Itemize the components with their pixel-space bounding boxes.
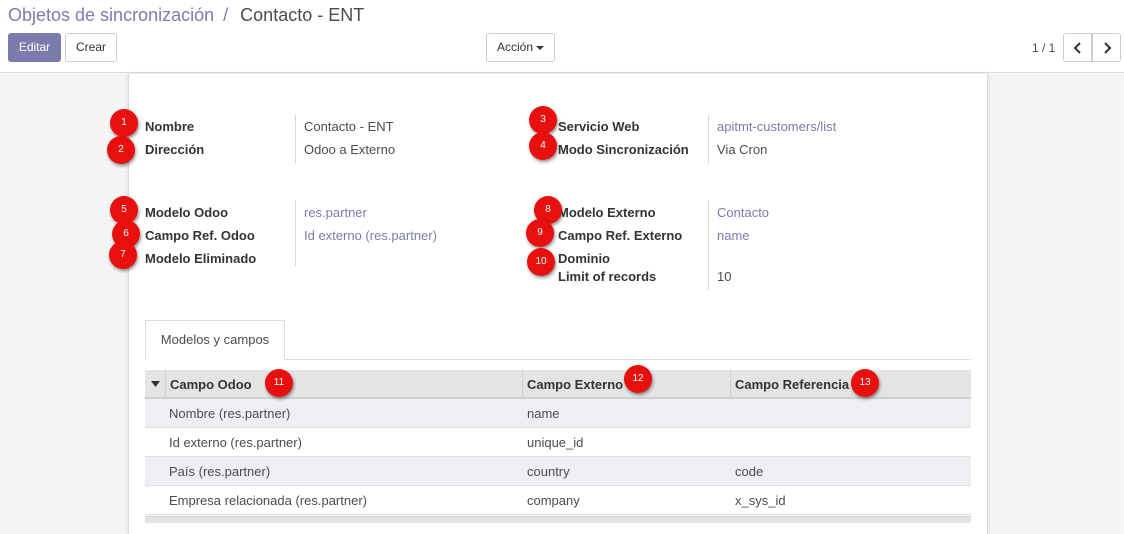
limit-of-records-value: 10 bbox=[717, 269, 732, 284]
field-divider bbox=[295, 115, 296, 163]
table-row[interactable]: País (res.partner) country code bbox=[145, 457, 971, 486]
direccion-value: Odoo a Externo bbox=[304, 142, 396, 157]
campo-ref-odoo-link[interactable]: Id externo (res.partner) bbox=[304, 228, 437, 243]
cell-campo-odoo: Id externo (res.partner) bbox=[169, 435, 302, 450]
action-label: Acción bbox=[496, 40, 534, 54]
column-header-campo-externo[interactable]: Campo Externo bbox=[527, 377, 623, 392]
campo-ref-externo-label: Campo Ref. Externo bbox=[558, 228, 683, 243]
modelo-odoo-link[interactable]: res.partner bbox=[304, 205, 367, 220]
annotation-marker: 1 bbox=[110, 109, 138, 137]
control-panel: Objetos de sincronización / Contacto - E… bbox=[0, 0, 1124, 73]
table-footer bbox=[145, 516, 971, 523]
cell-campo-externo: company bbox=[527, 493, 580, 508]
servicio-web-label: Servicio Web bbox=[558, 119, 640, 134]
breadcrumb-parent-link[interactable]: Objetos de sincronización bbox=[8, 5, 214, 25]
campo-ref-externo-link[interactable]: name bbox=[717, 228, 750, 243]
modelo-odoo-label: Modelo Odoo bbox=[145, 205, 229, 220]
cell-campo-externo: country bbox=[527, 464, 570, 479]
field-divider bbox=[708, 115, 709, 163]
modo-sincronizacion-label: Modo Sincronización bbox=[558, 142, 689, 157]
breadcrumb-separator: / bbox=[223, 5, 229, 25]
create-button[interactable]: Crear bbox=[65, 33, 117, 62]
servicio-web-link[interactable]: apitmt-customers/list bbox=[717, 119, 836, 134]
nombre-label: Nombre bbox=[145, 119, 195, 134]
table-row[interactable]: Id externo (res.partner) unique_id bbox=[145, 428, 971, 457]
modelo-externo-link[interactable]: Contacto bbox=[717, 205, 769, 220]
annotation-marker: 13 bbox=[851, 369, 879, 397]
dominio-label: Dominio bbox=[558, 251, 610, 266]
annotation-marker: 11 bbox=[265, 369, 293, 397]
annotation-marker: 12 bbox=[624, 365, 652, 393]
pager-previous-button[interactable] bbox=[1063, 33, 1092, 62]
nombre-value: Contacto - ENT bbox=[304, 119, 394, 134]
modo-sincronizacion-value: Via Cron bbox=[717, 142, 768, 157]
annotation-marker: 2 bbox=[107, 136, 135, 164]
cell-campo-externo: name bbox=[527, 406, 560, 421]
annotation-marker: 4 bbox=[529, 132, 557, 160]
field-divider bbox=[295, 200, 296, 266]
annotation-marker: 9 bbox=[526, 219, 554, 247]
edit-button[interactable]: Editar bbox=[8, 33, 61, 62]
breadcrumb-current: Contacto - ENT bbox=[240, 5, 365, 25]
sort-caret-icon[interactable] bbox=[151, 381, 160, 387]
action-dropdown[interactable]: Acción bbox=[486, 33, 555, 62]
modelo-eliminado-label: Modelo Eliminado bbox=[145, 251, 257, 266]
cell-campo-odoo: País (res.partner) bbox=[169, 464, 271, 479]
column-header-campo-odoo[interactable]: Campo Odoo bbox=[170, 377, 252, 392]
table-row[interactable]: Empresa relacionada (res.partner) compan… bbox=[145, 486, 971, 515]
pager-next-button[interactable] bbox=[1092, 33, 1121, 62]
modelo-externo-label: Modelo Externo bbox=[558, 205, 656, 220]
annotation-marker: 10 bbox=[527, 248, 555, 276]
cell-campo-odoo: Nombre (res.partner) bbox=[169, 406, 291, 421]
cell-campo-referencia: code bbox=[735, 464, 764, 479]
caret-down-icon bbox=[536, 45, 545, 50]
field-divider bbox=[708, 200, 709, 290]
limit-of-records-label: Limit of records bbox=[558, 269, 657, 284]
column-separator bbox=[730, 370, 731, 399]
column-separator bbox=[165, 370, 166, 399]
cell-campo-referencia: x_sys_id bbox=[735, 493, 786, 508]
breadcrumb: Objetos de sincronización / Contacto - E… bbox=[8, 5, 364, 26]
chevron-right-icon bbox=[1103, 41, 1111, 54]
pager-value[interactable]: 1 / 1 bbox=[1032, 41, 1055, 55]
tab-modelos-y-campos[interactable]: Modelos y campos bbox=[145, 320, 285, 360]
annotation-marker: 3 bbox=[529, 106, 557, 134]
cell-campo-externo: unique_id bbox=[527, 435, 584, 450]
cell-campo-odoo: Empresa relacionada (res.partner) bbox=[169, 493, 367, 508]
annotation-marker: 7 bbox=[109, 241, 137, 269]
column-separator bbox=[522, 370, 523, 399]
campo-ref-odoo-label: Campo Ref. Odoo bbox=[145, 228, 255, 243]
column-header-campo-referencia[interactable]: Campo Referencia bbox=[735, 377, 849, 392]
chevron-left-icon bbox=[1073, 41, 1081, 54]
direccion-label: Dirección bbox=[145, 142, 205, 157]
table-row[interactable]: Nombre (res.partner) name bbox=[145, 399, 971, 428]
